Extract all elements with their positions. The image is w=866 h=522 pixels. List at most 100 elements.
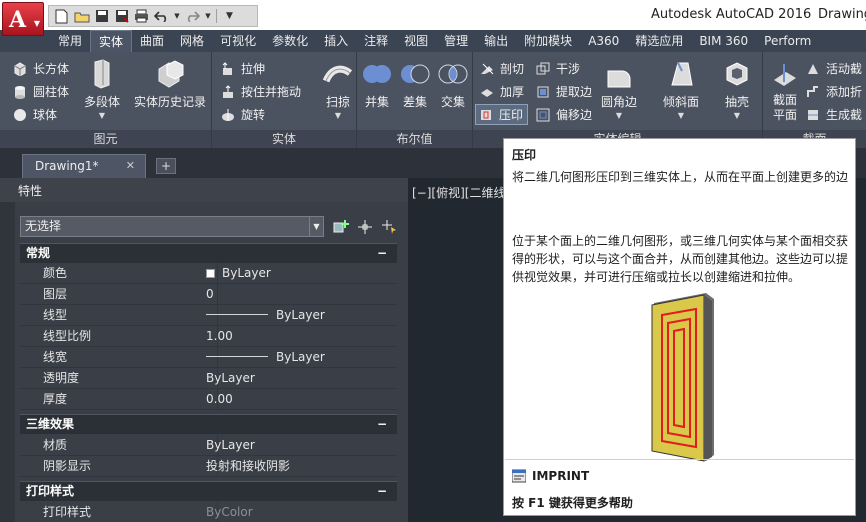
selection-dropdown[interactable]: 无选择 ▼ [20, 216, 324, 237]
live-section-button[interactable]: 活动截 [805, 60, 862, 77]
select-objects-icon[interactable] [356, 218, 374, 236]
subtract-button[interactable]: 差集 [399, 58, 431, 110]
property-row-plot-style[interactable]: 打印样式 ByColor [20, 502, 397, 522]
new-tab-button[interactable]: + [156, 158, 176, 174]
tab-manage[interactable]: 管理 [436, 30, 476, 52]
property-value[interactable]: ByLayer [206, 368, 255, 389]
undo-dropdown-icon[interactable]: ▼ [173, 8, 181, 25]
redo-dropdown-icon[interactable]: ▼ [204, 8, 212, 25]
property-value[interactable]: 1.00 [206, 326, 233, 347]
subtract-label: 差集 [402, 95, 427, 109]
slice-button[interactable]: 剖切 [479, 60, 524, 77]
property-row-color[interactable]: 颜色 ByLayer [20, 263, 397, 284]
section-3d-effects[interactable]: 三维效果 − [20, 414, 397, 434]
chevron-down-icon: ▼ [98, 111, 106, 120]
open-folder-icon[interactable] [73, 8, 90, 25]
collapse-icon[interactable]: − [377, 482, 387, 501]
property-value[interactable]: 0.00 [206, 389, 233, 410]
sphere-button[interactable]: 球体 [12, 106, 57, 123]
collapse-icon[interactable]: − [377, 415, 387, 434]
tab-solid[interactable]: 实体 [90, 30, 133, 52]
property-row-shadow-display[interactable]: 阴影显示 投射和接收阴影 [20, 456, 397, 477]
fillet-edge-button[interactable]: 圆角边 ▼ [601, 58, 637, 120]
quick-select-icon[interactable] [380, 218, 398, 236]
tab-featured-apps[interactable]: 精选应用 [627, 30, 691, 52]
section-general[interactable]: 常规 − [20, 243, 397, 263]
quick-access-toolbar: ▼ ▼ ▼ [48, 5, 258, 27]
cylinder-button[interactable]: 圆柱体 [12, 83, 69, 100]
interfere-button[interactable]: 干涉 [535, 60, 580, 77]
collapse-icon[interactable]: − [377, 244, 387, 263]
polysolid-button[interactable]: 多段体 ▼ [84, 58, 120, 120]
presspull-button[interactable]: 按住并拖动 [220, 83, 301, 100]
close-icon[interactable]: ✕ [126, 155, 135, 177]
section-plot-style[interactable]: 打印样式 − [20, 481, 397, 501]
application-menu-button[interactable]: A ▼ [2, 2, 44, 36]
property-name: 阴影显示 [43, 456, 218, 477]
panel-title-boolean[interactable]: 布尔值 [357, 130, 472, 148]
offset-edge-button[interactable]: 偏移边 [535, 106, 592, 123]
document-tab-drawing1[interactable]: Drawing1* ✕ [22, 154, 146, 178]
property-row-lineweight[interactable]: 线宽 ByLayer [20, 347, 397, 368]
tooltip-title: 压印 [512, 148, 537, 162]
intersect-button[interactable]: 交集 [437, 58, 469, 110]
tab-output[interactable]: 输出 [476, 30, 516, 52]
section-title: 打印样式 [26, 484, 75, 498]
property-value[interactable]: 0 [206, 284, 214, 305]
property-value[interactable]: ByLayer [206, 347, 325, 368]
panel-title-solid[interactable]: 实体 [212, 130, 356, 148]
save-as-icon[interactable] [113, 8, 130, 25]
property-value[interactable]: ByLayer [206, 263, 271, 284]
property-row-material[interactable]: 材质 ByLayer [20, 435, 397, 456]
taper-face-button[interactable]: 倾斜面 ▼ [663, 58, 699, 120]
tab-performance[interactable]: Perform [756, 30, 819, 52]
property-row-linetype-scale[interactable]: 线型比例 1.00 [20, 326, 397, 347]
tab-visualize[interactable]: 可视化 [212, 30, 264, 52]
property-row-thickness[interactable]: 厚度 0.00 [20, 389, 397, 410]
solid-history-button[interactable]: 实体历史记录 [134, 58, 206, 110]
undo-icon[interactable] [153, 8, 170, 25]
property-row-layer[interactable]: 图层 0 [20, 284, 397, 305]
add-jog-label: 添加折 [826, 85, 863, 99]
thicken-button[interactable]: 加厚 [479, 83, 524, 100]
new-file-icon[interactable] [53, 8, 70, 25]
tab-home[interactable]: 常用 [50, 30, 90, 52]
tab-bim360[interactable]: BIM 360 [691, 30, 756, 52]
extrude-button[interactable]: 拉伸 [220, 60, 265, 77]
section-plane-button[interactable]: 截面平面 [769, 58, 801, 123]
shell-button[interactable]: 抽壳 ▼ [721, 58, 753, 120]
save-icon[interactable] [93, 8, 110, 25]
property-value[interactable]: ByLayer [206, 435, 255, 456]
tab-insert[interactable]: 插入 [316, 30, 356, 52]
print-icon[interactable] [133, 8, 150, 25]
palette-side-strip[interactable] [0, 202, 15, 522]
generate-section-button[interactable]: 生成截 [805, 106, 862, 123]
box-button[interactable]: 长方体 [12, 60, 69, 77]
tab-addins[interactable]: 附加模块 [516, 30, 580, 52]
lineweight-preview [206, 356, 268, 357]
tab-surface[interactable]: 曲面 [132, 30, 172, 52]
panel-title-primitive[interactable]: 图元 [0, 130, 211, 148]
extract-edges-button[interactable]: 提取边 [535, 83, 592, 100]
panel-solid: 拉伸 按住并拖动 旋转 扫掠 ▼ 实体 [212, 52, 357, 148]
property-value[interactable]: ByLayer [206, 305, 325, 326]
imprint-button[interactable]: 压印 [475, 104, 529, 125]
tab-parametric[interactable]: 参数化 [264, 30, 316, 52]
tab-a360[interactable]: A360 [580, 30, 627, 52]
customize-toolbar-icon[interactable]: ▼ [221, 8, 238, 25]
add-jog-button[interactable]: 添加折 [805, 83, 862, 100]
interfere-icon [535, 61, 551, 77]
properties-tools [332, 216, 402, 237]
sweep-button[interactable]: 扫掠 ▼ [322, 58, 354, 120]
property-value[interactable]: 投射和接收阴影 [206, 456, 290, 477]
tab-mesh[interactable]: 网格 [172, 30, 212, 52]
redo-icon[interactable] [184, 8, 201, 25]
tab-view[interactable]: 视图 [396, 30, 436, 52]
union-button[interactable]: 并集 [361, 58, 393, 110]
property-name: 图层 [43, 284, 218, 305]
revolve-button[interactable]: 旋转 [220, 106, 265, 123]
property-row-transparency[interactable]: 透明度 ByLayer [20, 368, 397, 389]
toggle-pickadd-icon[interactable] [332, 218, 350, 236]
property-row-linetype[interactable]: 线型 ByLayer [20, 305, 397, 326]
tab-annotate[interactable]: 注释 [356, 30, 396, 52]
